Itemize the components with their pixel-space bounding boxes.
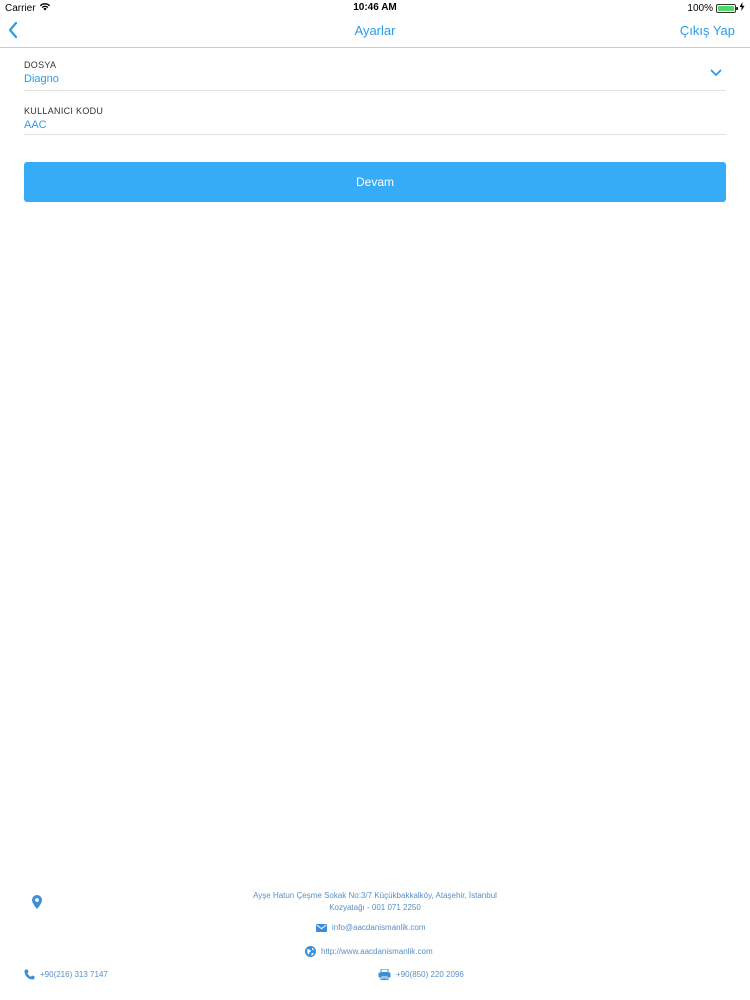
email-row[interactable]: info@aacdanismanlik.com <box>316 923 426 932</box>
address-block: Ayşe Hatun Çeşme Sokak No:3/7 Küçükbakka… <box>0 890 750 914</box>
kullanici-kodu-value[interactable]: AAC <box>24 119 726 131</box>
battery-percent: 100% <box>687 2 713 14</box>
website-link[interactable]: http://www.aacdanismanlik.com <box>321 947 433 956</box>
logout-button[interactable]: Çıkış Yap <box>680 23 735 38</box>
fax-icon <box>378 969 391 980</box>
fax-row[interactable]: +90(850) 220 2096 <box>378 969 464 980</box>
battery-icon <box>716 3 738 13</box>
phone-number[interactable]: +90(216) 313 7147 <box>40 970 108 979</box>
charging-icon <box>739 2 745 14</box>
dosya-select[interactable]: DOSYA Diagno <box>24 60 726 91</box>
email-link[interactable]: info@aacdanismanlik.com <box>332 923 426 932</box>
kullanici-kodu-field[interactable]: KULLANICI KODU AAC <box>24 106 726 135</box>
chevron-down-icon <box>710 69 722 76</box>
globe-icon <box>305 946 316 957</box>
battery-fill <box>718 5 734 11</box>
fax-number[interactable]: +90(850) 220 2096 <box>396 970 464 979</box>
mail-icon <box>316 923 327 932</box>
website-row[interactable]: http://www.aacdanismanlik.com <box>305 946 433 957</box>
kullanici-kodu-label: KULLANICI KODU <box>24 106 104 116</box>
phone-row[interactable]: +90(216) 313 7147 <box>24 969 108 980</box>
phone-icon <box>24 969 35 980</box>
navigation-bar: Ayarlar Çıkış Yap <box>0 15 750 48</box>
status-right: 100% <box>687 2 745 14</box>
status-bar: Carrier 10:46 AM 100% <box>0 0 750 15</box>
footer: Ayşe Hatun Çeşme Sokak No:3/7 Küçükbakka… <box>0 880 750 990</box>
dosya-value: Diagno <box>24 73 59 85</box>
continue-button[interactable]: Devam <box>24 162 726 202</box>
dosya-label: DOSYA <box>24 60 57 70</box>
address-line-1: Ayşe Hatun Çeşme Sokak No:3/7 Küçükbakka… <box>253 891 497 900</box>
address-line-2: Kozyatağı - 001 071 2250 <box>329 903 421 912</box>
status-time: 10:46 AM <box>353 2 397 13</box>
page-title: Ayarlar <box>354 23 396 38</box>
